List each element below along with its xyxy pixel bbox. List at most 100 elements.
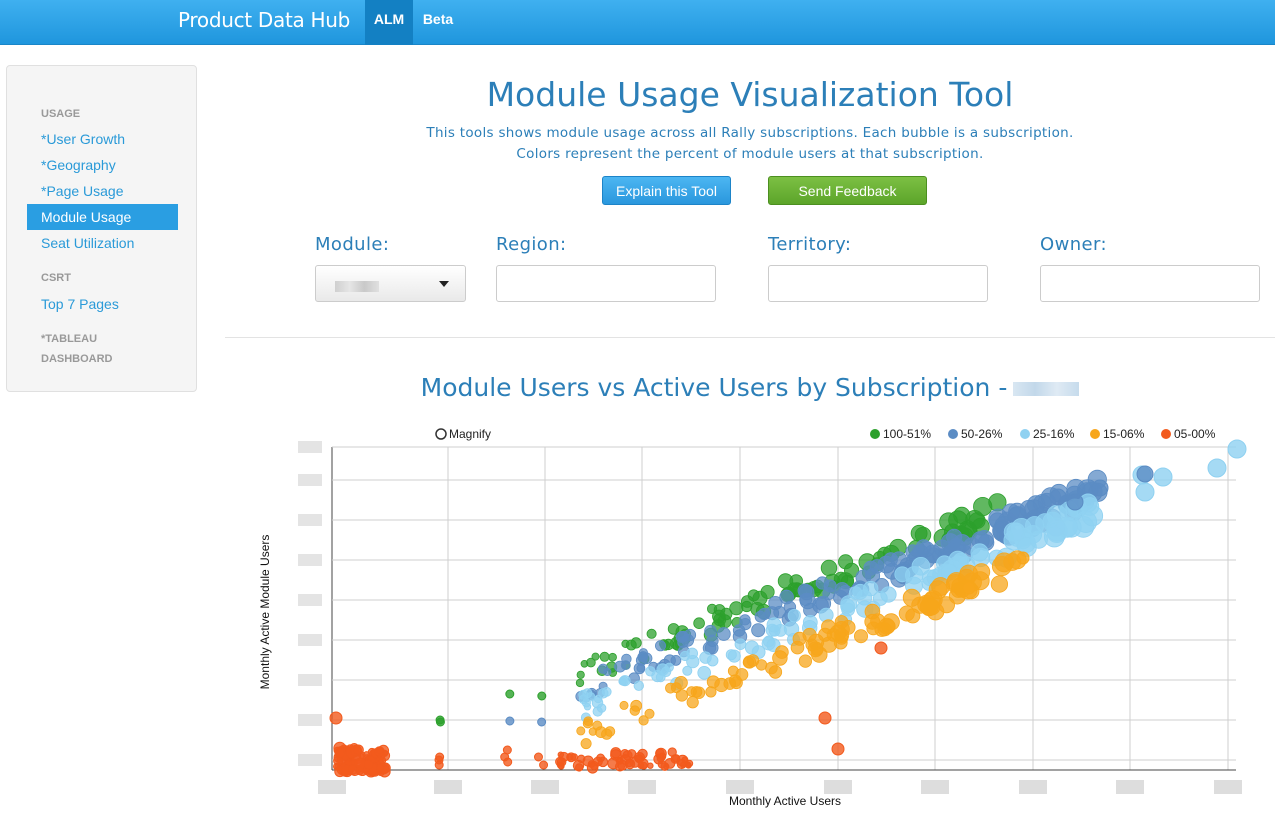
legend-swatch[interactable]	[948, 429, 958, 439]
data-bubble[interactable]	[705, 686, 717, 698]
data-bubble[interactable]	[792, 631, 807, 646]
legend-label[interactable]: 15-06%	[1103, 427, 1145, 441]
data-bubble[interactable]	[435, 752, 445, 762]
data-bubble[interactable]	[363, 759, 374, 770]
data-bubble[interactable]	[329, 711, 343, 725]
data-bubble[interactable]	[335, 748, 345, 758]
data-bubble[interactable]	[874, 641, 888, 655]
data-bubble[interactable]	[656, 663, 669, 676]
data-bubble[interactable]	[629, 705, 641, 716]
data-bubble[interactable]	[588, 727, 598, 736]
data-bubble[interactable]	[699, 651, 712, 664]
data-bubble[interactable]	[435, 717, 445, 727]
data-bubble[interactable]	[706, 634, 719, 647]
data-bubble[interactable]	[741, 600, 753, 613]
data-bubble[interactable]	[539, 760, 549, 770]
data-bubble[interactable]	[766, 617, 782, 633]
data-bubble[interactable]	[760, 585, 775, 600]
data-bubble[interactable]	[775, 645, 789, 659]
data-bubble[interactable]	[582, 718, 593, 729]
data-bubble[interactable]	[594, 694, 603, 704]
data-bubble[interactable]	[910, 524, 928, 542]
data-bubble[interactable]	[1006, 522, 1026, 542]
data-bubble[interactable]	[798, 654, 813, 668]
data-bubble[interactable]	[962, 581, 976, 595]
data-bubble[interactable]	[720, 607, 733, 621]
data-bubble[interactable]	[599, 651, 610, 662]
data-bubble[interactable]	[751, 623, 766, 638]
data-bubble[interactable]	[601, 686, 612, 697]
data-bubble[interactable]	[633, 680, 645, 691]
data-bubble[interactable]	[1066, 493, 1084, 511]
data-bubble[interactable]	[716, 627, 731, 641]
data-bubble[interactable]	[353, 744, 364, 756]
data-bubble[interactable]	[723, 677, 737, 690]
data-bubble[interactable]	[503, 757, 513, 767]
data-bubble[interactable]	[355, 766, 364, 776]
data-bubble[interactable]	[576, 670, 585, 679]
data-bubble[interactable]	[880, 586, 897, 603]
data-bubble[interactable]	[683, 628, 697, 642]
data-bubble[interactable]	[585, 692, 596, 702]
data-bubble[interactable]	[869, 559, 885, 574]
chart-legend[interactable]: 100-51% 50-26% 25-16% 15-06% 05-00%	[870, 427, 1216, 441]
data-bubble[interactable]	[706, 603, 718, 615]
legend-label[interactable]: 50-26%	[961, 427, 1003, 441]
data-bubble[interactable]	[686, 654, 700, 669]
data-bubble[interactable]	[747, 589, 760, 602]
data-bubble[interactable]	[502, 745, 512, 755]
data-bubble[interactable]	[787, 608, 801, 623]
data-bubble[interactable]	[576, 726, 586, 736]
data-bubble[interactable]	[798, 584, 815, 601]
data-bubble[interactable]	[854, 629, 869, 644]
data-bubble[interactable]	[575, 678, 585, 688]
data-bubble[interactable]	[633, 662, 646, 675]
legend-swatch[interactable]	[1020, 429, 1030, 439]
data-bubble[interactable]	[725, 649, 737, 661]
data-bubble[interactable]	[625, 758, 634, 768]
data-bubble[interactable]	[931, 577, 950, 596]
data-bubble[interactable]	[621, 653, 632, 665]
data-bubble[interactable]	[1153, 467, 1173, 487]
data-bubble[interactable]	[637, 652, 648, 663]
data-bubble[interactable]	[1091, 479, 1109, 497]
data-bubble[interactable]	[618, 675, 629, 686]
data-bubble[interactable]	[376, 746, 384, 755]
data-bubble[interactable]	[603, 668, 612, 677]
data-bubble[interactable]	[840, 595, 858, 613]
data-bubble[interactable]	[693, 617, 705, 629]
data-bubble[interactable]	[706, 675, 720, 689]
data-bubble[interactable]	[537, 717, 547, 727]
data-bubble[interactable]	[834, 582, 850, 597]
data-bubble[interactable]	[802, 615, 818, 630]
legend-label[interactable]: 25-16%	[1033, 427, 1075, 441]
data-bubble[interactable]	[376, 763, 384, 772]
data-bubble[interactable]	[744, 640, 759, 655]
data-bubble[interactable]	[533, 752, 543, 762]
data-bubble[interactable]	[1049, 488, 1067, 506]
data-bubble[interactable]	[734, 638, 747, 650]
data-bubble[interactable]	[990, 575, 1009, 593]
data-bubble[interactable]	[583, 703, 592, 711]
data-bubble[interactable]	[1227, 439, 1247, 459]
data-bubble[interactable]	[570, 753, 579, 761]
data-bubble[interactable]	[686, 696, 699, 709]
data-bubble[interactable]	[591, 652, 600, 661]
data-bubble[interactable]	[637, 758, 649, 770]
data-bubble[interactable]	[810, 643, 824, 656]
magnify-label[interactable]: Magnify	[449, 427, 491, 441]
data-bubble[interactable]	[1207, 458, 1227, 478]
data-bubble[interactable]	[852, 583, 869, 600]
data-bubble[interactable]	[537, 691, 547, 701]
data-bubble[interactable]	[1136, 465, 1154, 483]
data-bubble[interactable]	[655, 748, 665, 759]
data-bubble[interactable]	[866, 621, 881, 636]
data-bubble[interactable]	[777, 573, 794, 589]
data-bubble[interactable]	[586, 762, 599, 774]
data-bubble[interactable]	[739, 614, 751, 626]
data-bubble[interactable]	[660, 762, 670, 771]
chart-bubbles[interactable]	[329, 439, 1247, 778]
data-bubble[interactable]	[1016, 551, 1030, 565]
data-bubble[interactable]	[972, 563, 991, 581]
data-bubble[interactable]	[638, 715, 649, 726]
